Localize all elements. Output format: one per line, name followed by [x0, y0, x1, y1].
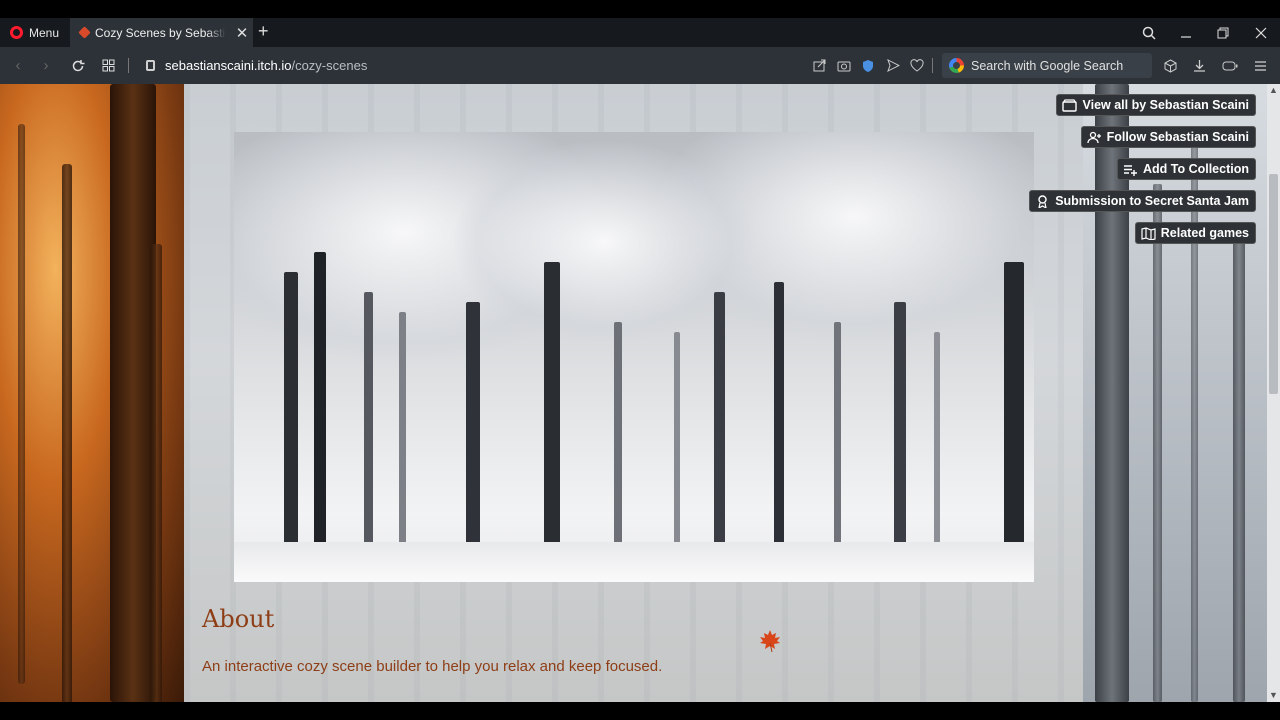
- send-icon[interactable]: [882, 47, 904, 84]
- menu-label: Menu: [29, 25, 60, 40]
- follow-label: Follow Sebastian Scaini: [1106, 130, 1249, 144]
- follow-button[interactable]: Follow Sebastian Scaini: [1080, 126, 1256, 148]
- scroll-up-icon[interactable]: ▲: [1267, 84, 1280, 97]
- related-games-button[interactable]: Related games: [1134, 222, 1256, 244]
- add-to-collection-button[interactable]: Add To Collection: [1116, 158, 1256, 180]
- url-field[interactable]: sebastianscaini.itch.io/cozy-scenes: [146, 47, 367, 84]
- itch-side-buttons: View all by Sebastian Scaini Follow Seba…: [1029, 94, 1256, 244]
- main-content: About An interactive cozy scene builder …: [184, 84, 1083, 702]
- tab-title: Cozy Scenes by Sebastian Scaini: [95, 25, 226, 40]
- maple-leaf-icon: [760, 630, 780, 653]
- page-scrollbar[interactable]: ▲ ▼: [1267, 84, 1280, 702]
- heart-icon[interactable]: [906, 47, 928, 84]
- tab-cozy-scenes[interactable]: Cozy Scenes by Sebastian Scaini ✕: [70, 18, 253, 47]
- map-icon: [1141, 226, 1156, 240]
- reload-icon[interactable]: [66, 47, 90, 84]
- easy-setup-icon[interactable]: [1249, 47, 1271, 84]
- submission-label: Submission to Secret Santa Jam: [1055, 194, 1249, 208]
- user-plus-icon: [1086, 131, 1101, 143]
- playlist-add-icon: [1123, 164, 1137, 176]
- back-icon[interactable]: ‹: [6, 47, 30, 84]
- tab-close-icon[interactable]: ✕: [231, 24, 253, 42]
- address-bar: ‹ › sebastianscaini.itch.io/cozy-scenes …: [0, 47, 1280, 84]
- tab-search-icon[interactable]: [1130, 18, 1168, 47]
- screen-bottom-bar: [0, 702, 1280, 720]
- itch-store-icon: [1062, 98, 1078, 112]
- new-tab-icon[interactable]: +: [258, 21, 269, 42]
- itch-favicon-icon: [78, 26, 91, 39]
- add-collection-label: Add To Collection: [1142, 162, 1249, 176]
- scroll-down-icon[interactable]: ▼: [1267, 689, 1280, 702]
- web-page: About An interactive cozy scene builder …: [0, 84, 1280, 702]
- close-window-icon[interactable]: [1242, 18, 1280, 47]
- download-icon[interactable]: [1188, 47, 1210, 84]
- share-icon[interactable]: [808, 47, 830, 84]
- url-host: sebastianscaini.itch.io: [165, 58, 292, 73]
- search-input[interactable]: Search with Google Search: [942, 53, 1152, 78]
- snapshot-icon[interactable]: [833, 47, 855, 84]
- search-placeholder: Search with Google Search: [971, 58, 1124, 73]
- autumn-forest-background: [0, 84, 184, 702]
- award-ribbon-icon: [1038, 194, 1047, 208]
- speed-dial-icon[interactable]: [96, 47, 120, 84]
- google-icon: [949, 58, 964, 73]
- battery-saver-icon[interactable]: [1219, 47, 1241, 84]
- snowy-forest-screenshot[interactable]: [234, 132, 1034, 582]
- screen-top-bar: [0, 0, 1280, 18]
- lock-icon: [146, 60, 155, 71]
- vpn-shield-icon[interactable]: [857, 47, 879, 84]
- extensions-cube-icon[interactable]: [1159, 47, 1181, 84]
- tab-bar: Menu Cozy Scenes by Sebastian Scaini ✕ +: [0, 18, 1280, 47]
- restore-icon[interactable]: [1204, 18, 1242, 47]
- url-path: /cozy-scenes: [291, 58, 368, 73]
- scroll-thumb[interactable]: [1269, 174, 1278, 394]
- about-heading: About: [202, 605, 275, 633]
- opera-menu-button[interactable]: Menu: [0, 18, 68, 47]
- divider: [128, 58, 129, 73]
- forward-icon[interactable]: ›: [34, 47, 58, 84]
- related-label: Related games: [1160, 226, 1249, 240]
- view-all-button[interactable]: View all by Sebastian Scaini: [1056, 94, 1256, 116]
- jam-submission-button[interactable]: Submission to Secret Santa Jam: [1029, 190, 1256, 212]
- opera-logo-icon: [10, 26, 23, 39]
- about-description: An interactive cozy scene builder to hel…: [202, 658, 663, 675]
- divider: [932, 58, 933, 73]
- minimize-icon[interactable]: [1167, 18, 1205, 47]
- view-all-label: View all by Sebastian Scaini: [1082, 98, 1249, 112]
